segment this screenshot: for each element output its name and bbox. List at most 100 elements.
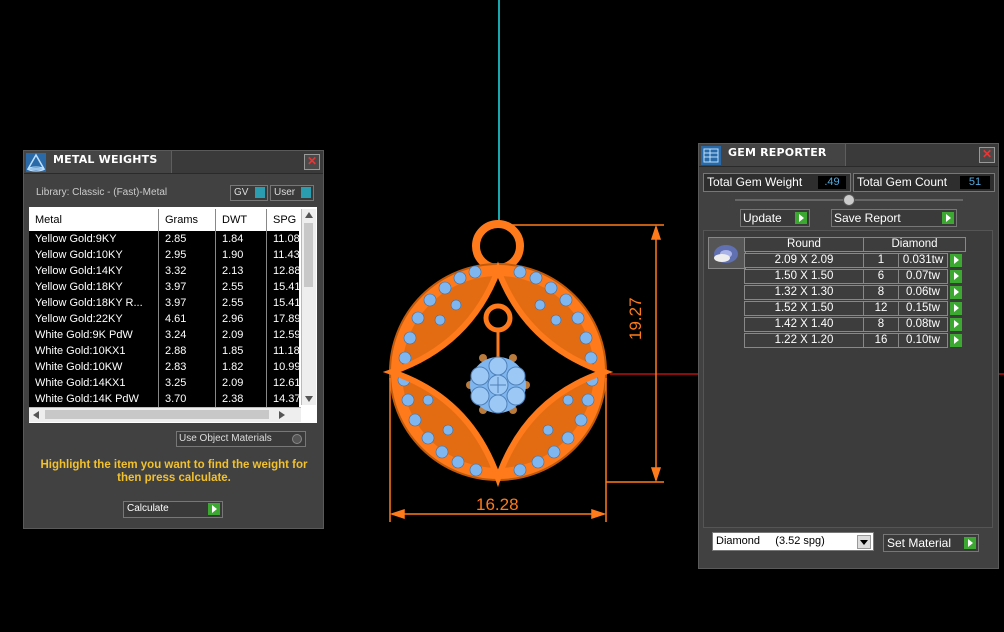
radio-icon: [292, 434, 302, 444]
table-row[interactable]: Yellow Gold:9KY 2.85 1.84 11.08: [29, 231, 300, 247]
table-row[interactable]: White Gold:14K PdW 3.70 2.38 14.37: [29, 391, 301, 407]
select-gem-arrow-icon[interactable]: [950, 254, 962, 267]
table-row[interactable]: Yellow Gold:18KY 3.97 2.55 15.41: [29, 279, 301, 295]
table-cell: 2.85: [159, 231, 216, 247]
close-icon[interactable]: ✕: [304, 154, 320, 170]
table-row[interactable]: White Gold:10KW 2.83 1.82 10.99: [29, 359, 301, 375]
metal-table-hscroll[interactable]: [29, 407, 301, 422]
gem-size-cell: 1.22 X 1.20: [744, 333, 864, 348]
gem-row[interactable]: 1.50 X 1.50 6 0.07tw: [744, 269, 984, 284]
gem-count-cell: 16: [863, 333, 899, 348]
gem-row[interactable]: 1.32 X 1.30 8 0.06tw: [744, 285, 984, 300]
material-header: Diamond: [863, 237, 966, 252]
table-cell: 2.38: [216, 391, 267, 407]
table-cell: White Gold:9K PdW: [29, 327, 159, 343]
table-cell: Yellow Gold:14KY: [29, 263, 159, 279]
library-label: Library: Classic - (Fast)-Metal: [36, 187, 168, 198]
table-cell: Yellow Gold:22KY: [29, 311, 159, 327]
select-gem-arrow-icon[interactable]: [950, 334, 962, 347]
metal-table-header: Metal Grams DWT SPG: [29, 209, 299, 231]
gem-count-cell: 12: [863, 301, 899, 316]
gv-switch-icon: [255, 187, 265, 198]
table-row[interactable]: Yellow Gold:18KY R... 3.97 2.55 15.41: [29, 295, 301, 311]
gem-table-header: Round Diamond: [744, 237, 966, 252]
table-cell: 2.83: [159, 359, 216, 375]
column-header-grams[interactable]: Grams: [159, 209, 216, 231]
gem-row[interactable]: 1.52 X 1.50 12 0.15tw: [744, 301, 984, 316]
gem-count-cell: 8: [863, 317, 899, 332]
play-arrow-icon: [208, 503, 220, 515]
shape-header: Round: [744, 237, 864, 252]
gem-row[interactable]: 1.42 X 1.40 8 0.08tw: [744, 317, 984, 332]
scroll-down-icon[interactable]: [305, 396, 313, 402]
select-gem-arrow-icon[interactable]: [950, 302, 962, 315]
metal-table: Metal Grams DWT SPG Yellow Gold:9KY 2.85 1…: [29, 207, 317, 423]
use-object-materials-toggle[interactable]: Use Object Materials: [176, 431, 306, 447]
column-header-metal[interactable]: Metal: [29, 209, 159, 231]
table-row[interactable]: Yellow Gold:14KY 3.32 2.13 12.88: [29, 263, 301, 279]
table-cell: 2.09: [216, 375, 267, 391]
column-header-dwt[interactable]: DWT: [216, 209, 267, 231]
table-cell: White Gold:10KW: [29, 359, 159, 375]
gem-weight-cell: 0.07tw: [898, 269, 948, 284]
gem-size-cell: 2.09 X 2.09: [744, 253, 864, 268]
use-object-materials-label: Use Object Materials: [179, 433, 272, 444]
scroll-right-icon[interactable]: [279, 411, 285, 419]
scroll-left-icon[interactable]: [33, 411, 39, 419]
table-cell: 3.70: [159, 391, 216, 407]
dimension-width-label: 16.28: [476, 495, 519, 514]
gem-size-cell: 1.50 X 1.50: [744, 269, 864, 284]
scroll-up-icon[interactable]: [305, 212, 313, 218]
material-select[interactable]: Diamond (3.52 spg): [712, 532, 874, 551]
gv-toggle[interactable]: GV: [230, 185, 268, 201]
gem-row[interactable]: 2.09 X 2.09 1 0.031tw: [744, 253, 984, 268]
select-gem-arrow-icon[interactable]: [950, 286, 962, 299]
table-cell: 2.95: [159, 247, 216, 263]
gem-thumbnail-icon[interactable]: [708, 237, 746, 269]
save-report-button[interactable]: Save Report: [831, 209, 957, 227]
material-select-value: Diamond (3.52 spg): [716, 535, 825, 547]
table-row[interactable]: White Gold:9K PdW 3.24 2.09 12.59: [29, 327, 301, 343]
gem-count-cell: 6: [863, 269, 899, 284]
table-cell: 1.82: [216, 359, 267, 375]
table-cell: 2.55: [216, 295, 267, 311]
user-toggle[interactable]: User: [270, 185, 314, 201]
table-cell: Yellow Gold:18KY: [29, 279, 159, 295]
table-cell: White Gold:14K PdW: [29, 391, 159, 407]
table-cell: 3.25: [159, 375, 216, 391]
table-row[interactable]: White Gold:10KX1 2.88 1.85 11.18: [29, 343, 300, 359]
table-cell: Yellow Gold:18KY R...: [29, 295, 159, 311]
gem-row[interactable]: 1.22 X 1.20 16 0.10tw: [744, 333, 984, 348]
set-material-button[interactable]: Set Material: [883, 534, 979, 552]
table-cell: 2.88: [159, 343, 216, 359]
scroll-thumb[interactable]: [304, 223, 313, 287]
chevron-down-icon: [857, 535, 871, 549]
report-slider[interactable]: [735, 194, 963, 206]
total-gem-count-value: 51: [960, 176, 990, 189]
gem-weight-cell: 0.10tw: [898, 333, 948, 348]
close-icon[interactable]: ✕: [979, 147, 995, 163]
scroll-hthumb[interactable]: [45, 410, 269, 419]
slider-handle[interactable]: [843, 194, 855, 206]
table-cell: 2.09: [216, 327, 267, 343]
update-button[interactable]: Update: [740, 209, 810, 227]
metal-weights-titlebar[interactable]: METAL WEIGHTS ✕: [24, 151, 323, 174]
table-row[interactable]: Yellow Gold:10KY 2.95 1.90 11.43: [29, 247, 300, 263]
metal-weights-panel: METAL WEIGHTS ✕ Library: Classic - (Fast…: [23, 150, 324, 529]
gem-weight-cell: 0.15tw: [898, 301, 948, 316]
table-cell: 3.97: [159, 279, 216, 295]
table-row[interactable]: White Gold:14KX1 3.25 2.09 12.61: [29, 375, 301, 391]
calculate-button[interactable]: Calculate: [123, 501, 223, 518]
gem-reporter-titlebar[interactable]: GEM REPORTER ✕: [699, 144, 998, 167]
pendant-model[interactable]: [382, 220, 614, 488]
metal-table-vscroll[interactable]: [301, 209, 316, 405]
calculate-label: Calculate: [127, 503, 169, 514]
play-arrow-icon: [942, 212, 954, 224]
table-row[interactable]: Yellow Gold:22KY 4.61 2.96 17.89: [29, 311, 301, 327]
table-cell: White Gold:14KX1: [29, 375, 159, 391]
table-cell: White Gold:10KX1: [29, 343, 159, 359]
table-cell: 1.84: [216, 231, 267, 247]
gem-list-area: Round Diamond 2.09 X 2.09 1 0.031tw 1.50 X …: [703, 230, 993, 528]
select-gem-arrow-icon[interactable]: [950, 270, 962, 283]
select-gem-arrow-icon[interactable]: [950, 318, 962, 331]
